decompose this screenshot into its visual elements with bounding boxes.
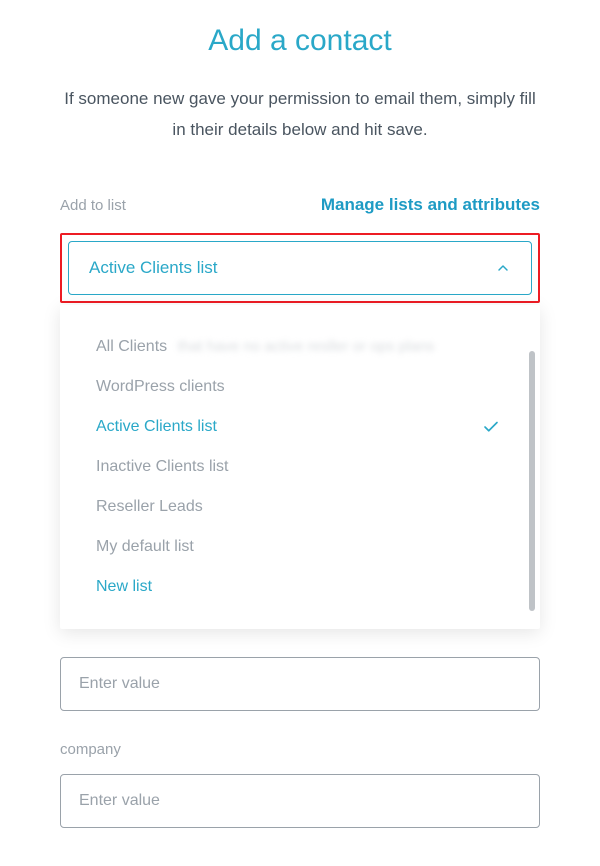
list-option-my-default[interactable]: My default list	[96, 527, 500, 567]
list-option-blurred-suffix: that have no active resller or ops plans	[178, 338, 435, 355]
list-label-row: Add to list Manage lists and attributes	[60, 195, 540, 215]
scrollbar[interactable]	[529, 351, 535, 611]
company-label: company	[60, 741, 540, 758]
selected-list-text: Active Clients list	[89, 258, 217, 278]
add-to-list-label: Add to list	[60, 197, 126, 214]
page-title: Add a contact	[30, 24, 570, 58]
new-list-option[interactable]: New list	[96, 567, 500, 607]
list-option-inactive-clients[interactable]: Inactive Clients list	[96, 447, 500, 487]
list-select-trigger[interactable]: Active Clients list	[68, 241, 532, 295]
value-input-1[interactable]	[60, 657, 540, 711]
list-option-reseller-leads[interactable]: Reseller Leads	[96, 487, 500, 527]
list-option-wordpress-clients[interactable]: WordPress clients	[96, 367, 500, 407]
check-icon	[482, 418, 500, 436]
form-section: Add to list Manage lists and attributes …	[60, 195, 540, 828]
page-description: If someone new gave your permission to e…	[60, 84, 540, 145]
chevron-up-icon	[495, 260, 511, 276]
list-option-label: Inactive Clients list	[96, 458, 229, 476]
list-dropdown: All Clients that have no active resller …	[60, 305, 540, 629]
highlight-annotation: Active Clients list	[60, 233, 540, 303]
list-option-label: WordPress clients	[96, 378, 225, 396]
manage-lists-link[interactable]: Manage lists and attributes	[321, 195, 540, 215]
new-list-label: New list	[96, 578, 152, 596]
list-option-label: Active Clients list	[96, 418, 217, 436]
list-option-label: My default list	[96, 538, 194, 556]
list-option-active-clients[interactable]: Active Clients list	[96, 407, 500, 447]
list-option-all-clients[interactable]: All Clients that have no active resller …	[96, 327, 500, 367]
list-option-label: All Clients	[96, 338, 167, 355]
company-input[interactable]	[60, 774, 540, 828]
list-option-label: Reseller Leads	[96, 498, 203, 516]
